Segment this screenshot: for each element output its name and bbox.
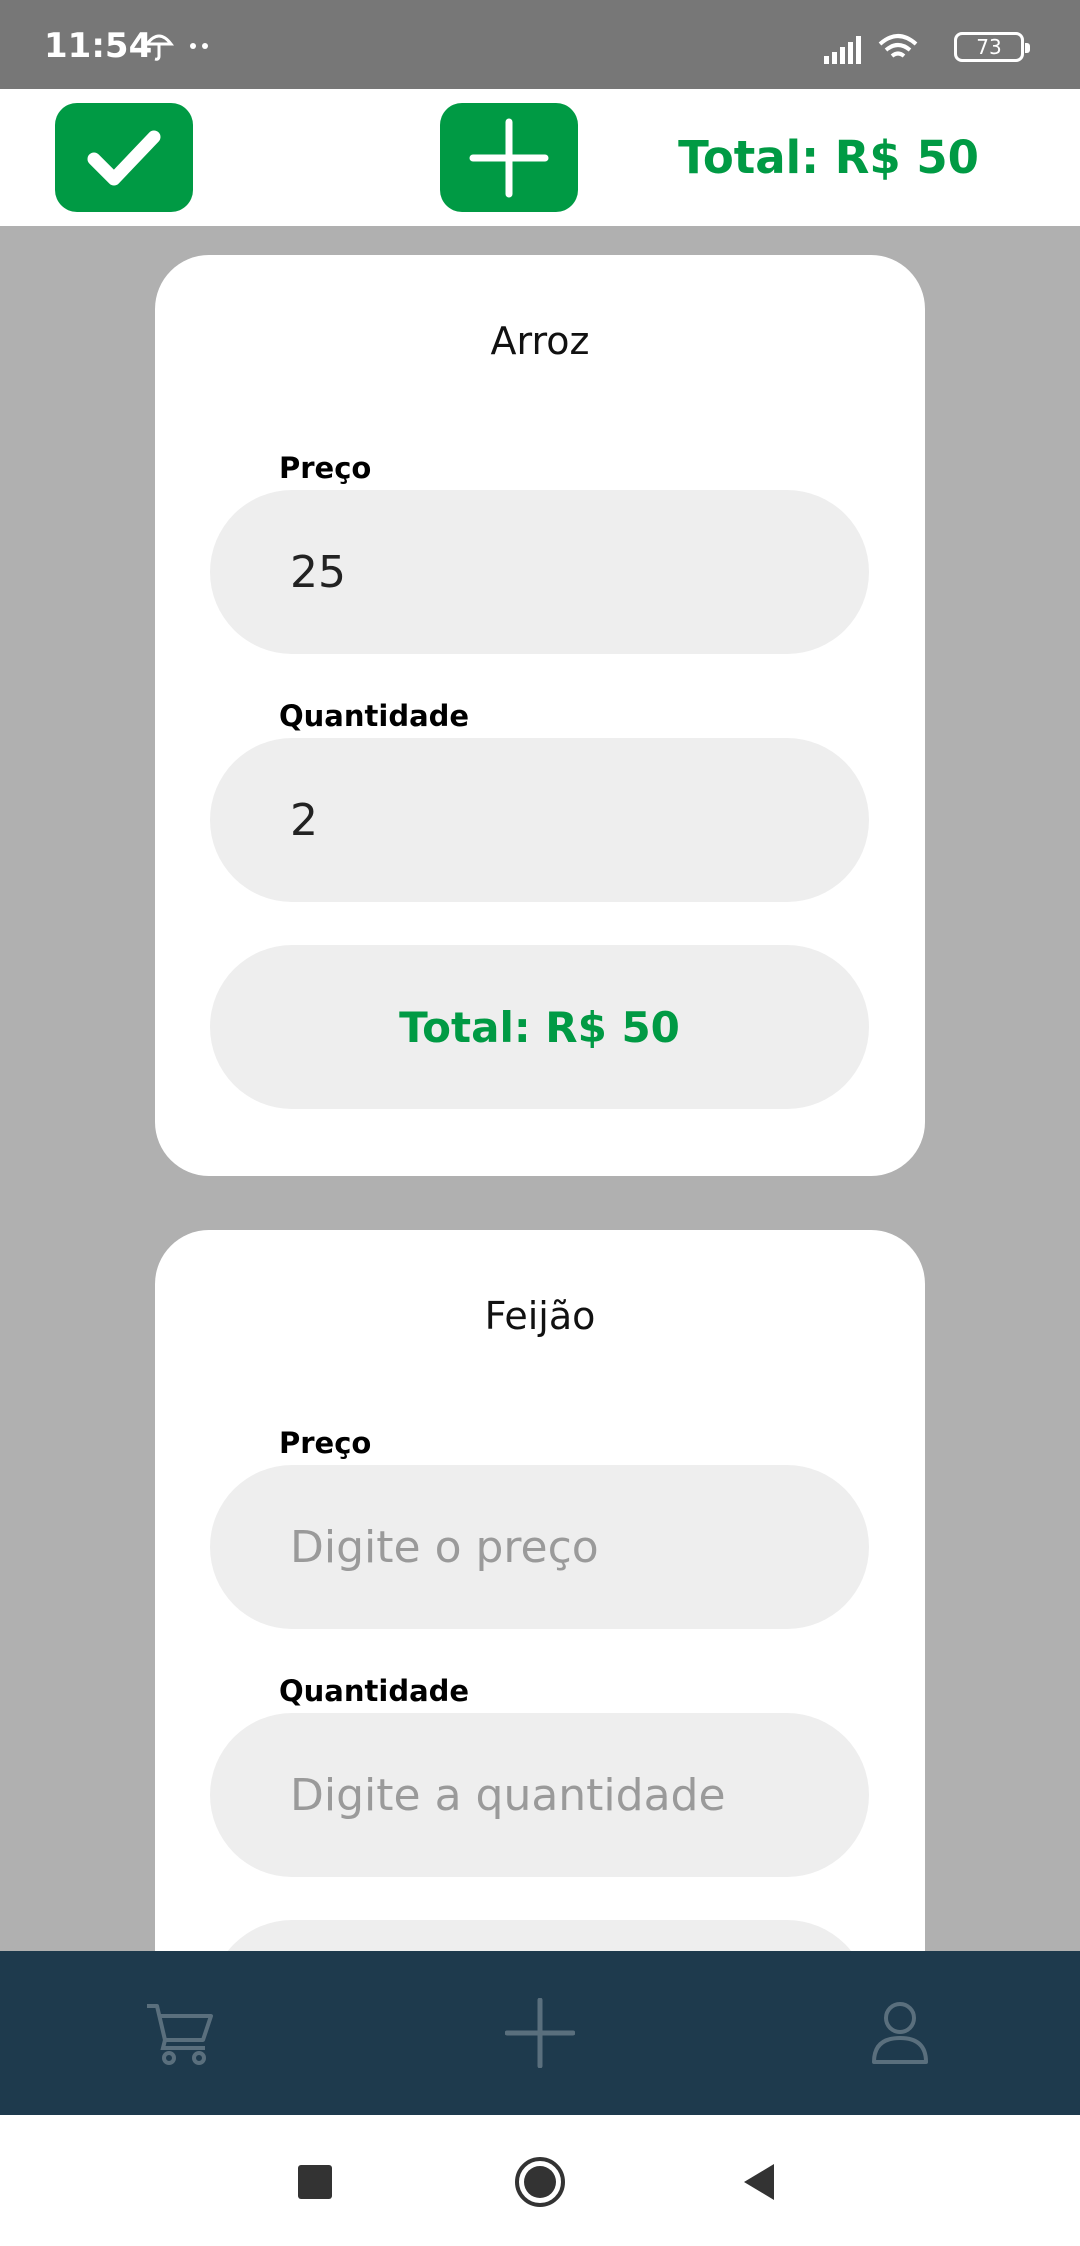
nav-cart[interactable] <box>140 1993 220 2073</box>
item-card: Feijão Preço Quantidade <box>155 1230 925 1951</box>
item-list[interactable]: Arroz Preço Quantidade Total: R$ 50 Feij… <box>0 226 1080 1951</box>
home-button[interactable] <box>505 2147 575 2217</box>
item-total: Total: R$ 50 <box>210 945 869 1109</box>
battery-icon: 73 <box>954 32 1030 62</box>
top-action-bar: Total: R$ 50 <box>0 89 1080 226</box>
quantity-label: Quantidade <box>279 1674 470 1708</box>
item-title: Arroz <box>490 319 590 363</box>
nav-profile[interactable] <box>860 1993 940 2073</box>
quantity-label: Quantidade <box>279 699 470 733</box>
quantity-input[interactable] <box>210 1713 869 1877</box>
back-button[interactable] <box>725 2147 795 2217</box>
price-label: Preço <box>279 451 372 485</box>
price-input[interactable] <box>210 490 869 654</box>
square-icon <box>298 2165 332 2199</box>
signal-icon <box>824 36 861 64</box>
status-time: 11:54 <box>44 26 153 66</box>
umbrella-icon <box>143 34 208 61</box>
plus-icon <box>505 1998 575 2068</box>
nav-add[interactable] <box>500 1993 580 2073</box>
system-navigation-bar <box>0 2115 1080 2246</box>
item-total <box>210 1920 869 1951</box>
cart-icon <box>147 2004 213 2065</box>
status-bar: 11:54 73 <box>0 0 1080 89</box>
plus-icon <box>469 118 549 197</box>
price-label: Preço <box>279 1426 372 1460</box>
price-input[interactable] <box>210 1465 869 1629</box>
bottom-navigation <box>0 1951 1080 2115</box>
add-item-button[interactable] <box>440 103 578 212</box>
quantity-input[interactable] <box>210 738 869 902</box>
wifi-icon <box>878 34 918 58</box>
back-triangle-icon <box>744 2164 774 2200</box>
confirm-button[interactable] <box>55 103 193 212</box>
recents-button[interactable] <box>280 2147 350 2217</box>
item-title: Feijão <box>484 1294 596 1338</box>
home-circle-icon <box>515 2157 565 2207</box>
check-icon <box>87 130 161 185</box>
status-system-icons: 73 <box>824 28 1030 68</box>
item-card: Arroz Preço Quantidade Total: R$ 50 <box>155 255 925 1176</box>
status-notification-icons <box>143 26 223 66</box>
grand-total: Total: R$ 50 <box>678 131 979 184</box>
user-icon <box>872 2002 928 2064</box>
